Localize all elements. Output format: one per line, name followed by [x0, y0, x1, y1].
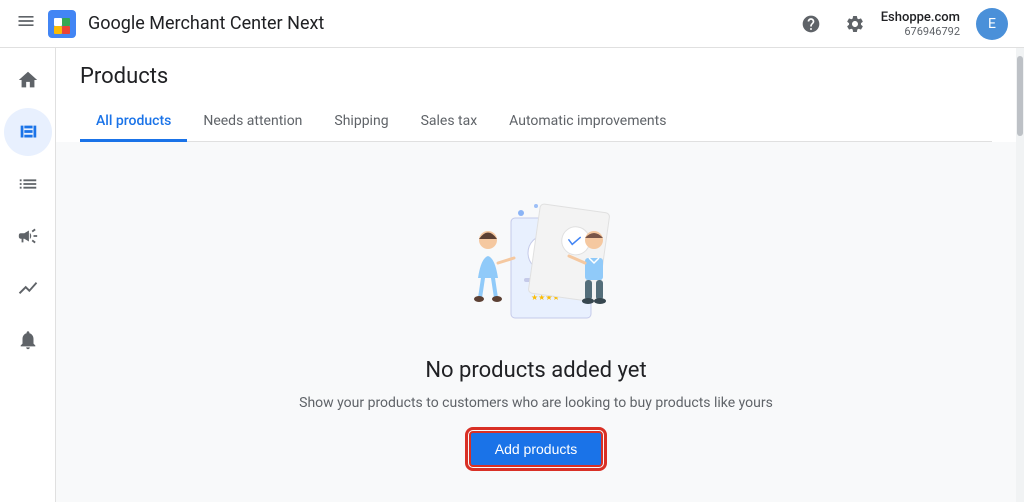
menu-icon[interactable]	[16, 11, 36, 36]
sidebar-item-notifications[interactable]	[4, 316, 52, 364]
empty-title: No products added yet	[425, 358, 646, 383]
sidebar	[0, 48, 56, 502]
page-header: Products All products Needs attention Sh…	[56, 48, 1016, 142]
header-left: Google Merchant Center Next	[16, 10, 793, 38]
sidebar-item-analytics[interactable]	[4, 264, 52, 312]
empty-subtitle: Show your products to customers who are …	[299, 395, 773, 411]
account-id: 676946792	[904, 25, 960, 38]
sidebar-item-products[interactable]	[4, 108, 52, 156]
avatar[interactable]: E	[976, 8, 1008, 40]
tab-automatic-improvements[interactable]: Automatic improvements	[493, 105, 682, 142]
sidebar-item-reports[interactable]	[4, 160, 52, 208]
settings-button[interactable]	[837, 6, 873, 42]
add-products-button[interactable]: Add products	[469, 431, 604, 467]
app-logo	[48, 10, 76, 38]
tabs-bar: All products Needs attention Shipping Sa…	[80, 105, 992, 142]
empty-illustration: ★★★★	[426, 178, 646, 338]
tab-sales-tax[interactable]: Sales tax	[405, 105, 494, 142]
sidebar-item-home[interactable]	[4, 56, 52, 104]
account-info: Eshoppe.com 676946792	[881, 10, 960, 38]
main-layout: Products All products Needs attention Sh…	[0, 48, 1024, 502]
tab-shipping[interactable]: Shipping	[318, 105, 404, 142]
help-button[interactable]	[793, 6, 829, 42]
scrollbar-thumb[interactable]	[1017, 56, 1023, 136]
sidebar-item-marketing[interactable]	[4, 212, 52, 260]
scrollbar-track	[1016, 48, 1024, 502]
account-name: Eshoppe.com	[881, 10, 960, 25]
header: Google Merchant Center Next Eshoppe.com …	[0, 0, 1024, 48]
tab-needs-attention[interactable]: Needs attention	[187, 105, 318, 142]
page-title: Products	[80, 64, 992, 89]
tab-all-products[interactable]: All products	[80, 105, 187, 142]
empty-state: ★★★★	[56, 142, 1016, 502]
app-title: Google Merchant Center Next	[88, 13, 324, 34]
content-area: Products All products Needs attention Sh…	[56, 48, 1016, 502]
header-right: Eshoppe.com 676946792 E	[793, 6, 1008, 42]
